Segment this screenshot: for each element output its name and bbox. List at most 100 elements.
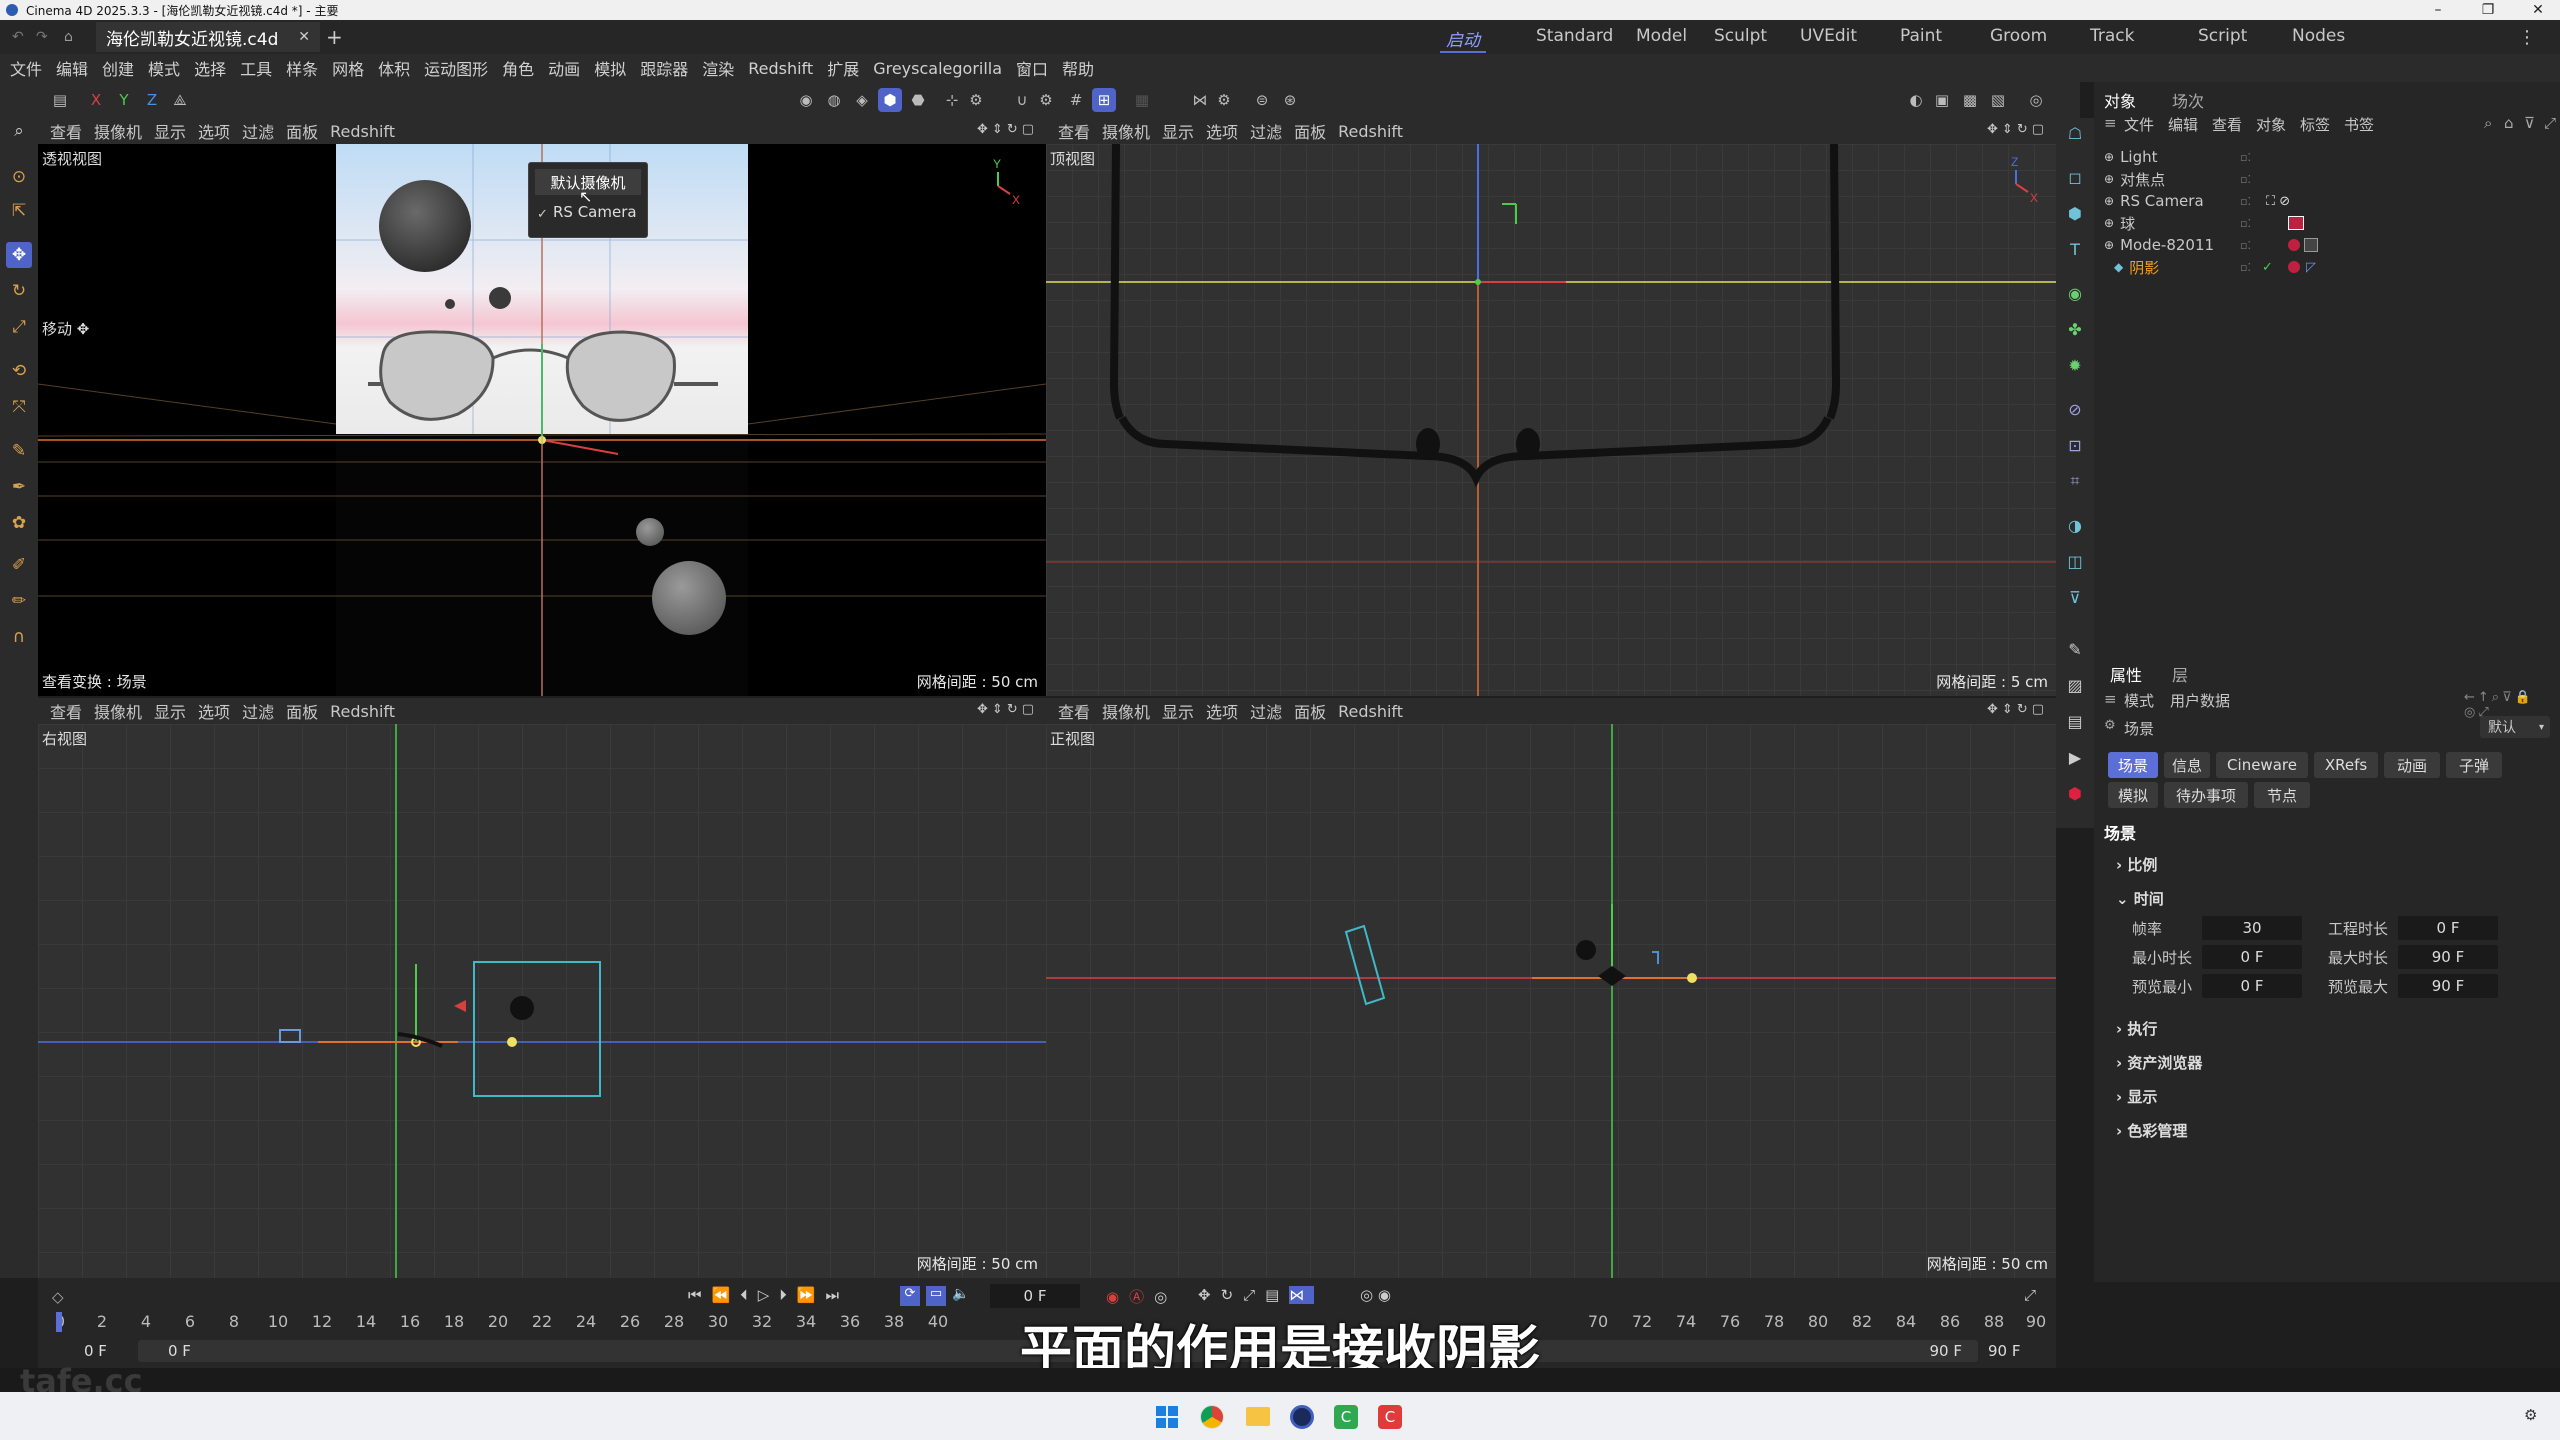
attr-menu-userdata[interactable]: 用户数据 bbox=[2170, 690, 2230, 711]
vp-menu-panel[interactable]: 面板 bbox=[1294, 119, 1326, 143]
spline-pen-icon[interactable]: ✒ bbox=[6, 474, 32, 500]
section-scale[interactable]: › 比例 bbox=[2116, 854, 2157, 875]
menu-item[interactable]: 体积 bbox=[378, 56, 410, 80]
knife-tool-icon[interactable]: ✎ bbox=[6, 438, 32, 464]
btn-animation[interactable]: 动画 bbox=[2384, 752, 2440, 778]
field-icon[interactable]: ⊡ bbox=[2064, 434, 2086, 456]
attr-menu-mode[interactable]: 模式 bbox=[2124, 690, 2154, 711]
restore-icon[interactable]: ❐ bbox=[2468, 0, 2508, 20]
close-icon[interactable]: ✕ bbox=[2518, 0, 2558, 20]
menu-item[interactable]: 工具 bbox=[240, 56, 272, 80]
object-row-focus[interactable]: ⊕ 对焦点 ▫⁚ bbox=[2094, 168, 2560, 190]
layout-tab[interactable]: Paint bbox=[1900, 26, 1942, 46]
obj-menu-tags[interactable]: 标签 bbox=[2300, 114, 2330, 135]
perspective-viewport[interactable]: 查看 摄像机 显示 选项 过滤 面板 Redshift ✥⇕↻▢ Y X 透视视… bbox=[38, 118, 1046, 696]
menu-item[interactable]: 网格 bbox=[332, 56, 364, 80]
rotate-tool-icon[interactable]: ↻ bbox=[6, 278, 32, 304]
viewport-nav-icons[interactable]: ✥⇕↻▢ bbox=[977, 122, 1038, 137]
viewport-nav-icons[interactable]: ✥⇕↻▢ bbox=[1987, 122, 2048, 137]
vp-menu-panel[interactable]: 面板 bbox=[286, 119, 318, 143]
tab-layers[interactable]: 层 bbox=[2172, 662, 2188, 686]
vp-menu-redshift[interactable]: Redshift bbox=[1338, 702, 1403, 721]
points-mode-icon[interactable]: ◉ bbox=[794, 88, 818, 112]
obj-menu-object[interactable]: 对象 bbox=[2256, 114, 2286, 135]
object-row-shadow[interactable]: ◆ 阴影 ▫⁚ ✓ ◸ bbox=[2094, 256, 2560, 278]
filter-icon[interactable]: ⊽ bbox=[2524, 114, 2535, 132]
symmetry-settings-icon[interactable]: ⚙ bbox=[1212, 88, 1236, 112]
environment-icon[interactable]: ◑ bbox=[2064, 514, 2086, 536]
cinema4d-icon[interactable] bbox=[1290, 1405, 1314, 1429]
btn-scene[interactable]: 场景 bbox=[2108, 752, 2158, 778]
preview-max-field[interactable]: 90 F bbox=[2398, 974, 2498, 998]
pen-tool-icon[interactable]: ✎ bbox=[2064, 638, 2086, 660]
layout-tab[interactable]: UVEdit bbox=[1800, 26, 1857, 46]
menu-item[interactable]: 运动图形 bbox=[424, 56, 488, 80]
btn-bullet[interactable]: 子弹 bbox=[2446, 752, 2502, 778]
menu-item[interactable]: 动画 bbox=[548, 56, 580, 80]
red-app-icon[interactable]: C bbox=[1378, 1405, 1402, 1429]
redo-icon[interactable]: ↷ bbox=[36, 29, 48, 45]
transform-tool-icon[interactable]: ⟲ bbox=[6, 358, 32, 384]
tweak-icon[interactable]: ⊛ bbox=[1278, 88, 1302, 112]
menu-icon[interactable]: ≡ bbox=[2104, 114, 2117, 132]
btn-cineware[interactable]: Cineware bbox=[2216, 752, 2308, 778]
obj-menu-view[interactable]: 查看 bbox=[2212, 114, 2242, 135]
front-viewport[interactable]: 查看 摄像机 显示 选项 过滤 面板 Redshift ✥⇕↻▢ 正视图 网格间… bbox=[1046, 698, 2056, 1278]
menu-item[interactable]: 角色 bbox=[502, 56, 534, 80]
axis-y-toggle[interactable]: Y bbox=[112, 88, 136, 112]
min-time-field[interactable]: 0 F bbox=[2202, 945, 2302, 969]
search-icon[interactable]: ⌕ bbox=[2484, 114, 2492, 132]
tab-attributes[interactable]: 属性 bbox=[2110, 662, 2142, 686]
obj-menu-bookmarks[interactable]: 书签 bbox=[2344, 114, 2374, 135]
enabled-check-icon[interactable]: ✓ bbox=[2262, 260, 2273, 275]
document-tab[interactable]: 海伦凯勒女近视镜.c4d ✕ bbox=[96, 22, 320, 52]
green-app-icon[interactable]: C bbox=[1334, 1405, 1358, 1429]
fps-field[interactable]: 30 bbox=[2202, 916, 2302, 940]
phong-tag-icon[interactable]: ◸ bbox=[2306, 260, 2316, 275]
vp-menu-panel[interactable]: 面板 bbox=[286, 699, 318, 723]
material-tag-icon[interactable] bbox=[2288, 261, 2300, 273]
layout-tab[interactable]: Groom bbox=[1990, 26, 2047, 46]
vp-menu-display[interactable]: 显示 bbox=[154, 119, 186, 143]
close-tab-icon[interactable]: ✕ bbox=[298, 29, 310, 45]
range-slider[interactable]: 0 F 90 F bbox=[138, 1340, 1978, 1362]
move-tool-icon[interactable]: ✥ bbox=[6, 242, 32, 268]
object-manager-icon[interactable]: ☖ bbox=[2064, 122, 2086, 144]
layout-tab[interactable]: Sculpt bbox=[1714, 26, 1767, 46]
lock-icon[interactable]: ▦ bbox=[1130, 88, 1154, 112]
vp-menu-redshift[interactable]: Redshift bbox=[330, 702, 395, 721]
layout-tab[interactable]: Track bbox=[2090, 26, 2134, 46]
snap-gear-icon[interactable]: ⚙ bbox=[1034, 88, 1058, 112]
live-selection-icon[interactable]: ⊙ bbox=[6, 164, 32, 190]
primitive-icon[interactable]: ⬢ bbox=[2064, 202, 2086, 224]
visibility-dots[interactable]: ▫⁚ bbox=[2240, 195, 2251, 208]
render-settings-icon[interactable]: ▧ bbox=[1986, 88, 2010, 112]
menu-item[interactable]: Greyscalegorilla bbox=[873, 59, 1002, 78]
layout-tab[interactable]: 启动 bbox=[1440, 26, 1486, 53]
section-execute[interactable]: › 执行 bbox=[2116, 1018, 2157, 1039]
vp-menu-camera[interactable]: 摄像机 bbox=[94, 699, 142, 723]
timeline-ruler[interactable]: 0246810121416182022242628303234363840707… bbox=[38, 1278, 2056, 1338]
paint-tool-icon[interactable]: ✐ bbox=[6, 552, 32, 578]
menu-item[interactable]: 扩展 bbox=[827, 56, 859, 80]
object-row-model[interactable]: ⊕ Mode-82011 ▫⁚ bbox=[2094, 234, 2560, 256]
render-to-picture-viewer-icon[interactable]: ▩ bbox=[1958, 88, 1982, 112]
btn-todo[interactable]: 待办事项 bbox=[2164, 782, 2248, 808]
home-icon[interactable]: ⌂ bbox=[64, 29, 73, 45]
coordinate-system-icon[interactable]: ⟁ bbox=[168, 88, 192, 112]
rs-camera-item[interactable]: RS Camera bbox=[553, 203, 637, 221]
menu-item[interactable]: 窗口 bbox=[1016, 56, 1048, 80]
visibility-dots[interactable]: ▫⁚ bbox=[2240, 261, 2251, 274]
vp-menu-redshift[interactable]: Redshift bbox=[1338, 122, 1403, 141]
layout-tab[interactable]: Standard bbox=[1536, 26, 1613, 46]
texture-mode-icon[interactable]: ⬣ bbox=[906, 88, 930, 112]
material-icon[interactable]: ▨ bbox=[2064, 674, 2086, 696]
more-icon[interactable]: ⋮ bbox=[2518, 27, 2536, 48]
cube-icon[interactable]: ◻ bbox=[2064, 166, 2086, 188]
vp-menu-options[interactable]: 选项 bbox=[1206, 119, 1238, 143]
btn-info[interactable]: 信息 bbox=[2164, 752, 2210, 778]
vp-menu-display[interactable]: 显示 bbox=[154, 699, 186, 723]
redshift-render-icon[interactable]: ◎ bbox=[2024, 88, 2048, 112]
menu-item[interactable]: Redshift bbox=[748, 59, 813, 78]
cloner-icon[interactable]: ✤ bbox=[2064, 318, 2086, 340]
